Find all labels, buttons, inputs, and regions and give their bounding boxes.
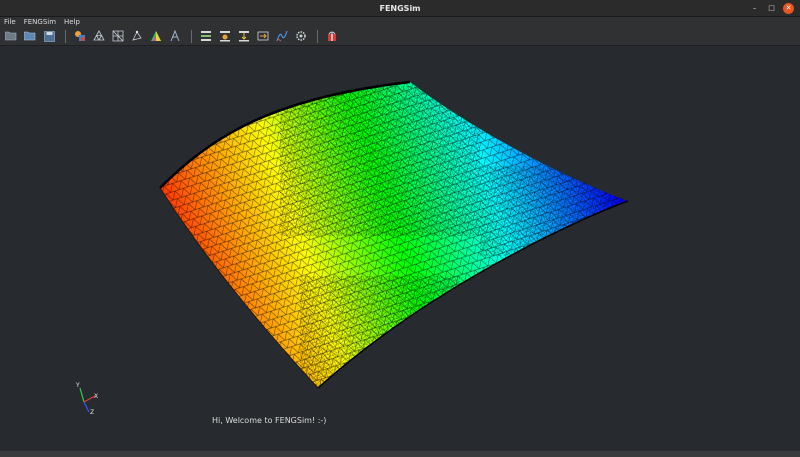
geometry-shapes-button[interactable] bbox=[72, 29, 88, 43]
curve-icon bbox=[276, 30, 288, 42]
vertex-icon bbox=[132, 30, 142, 41]
open-folder-button[interactable] bbox=[22, 29, 38, 43]
grid-mesh-button[interactable] bbox=[110, 29, 126, 43]
welcome-message: Hi, Welcome to FENGSim! :-) bbox=[212, 416, 327, 425]
z-axis-label: Z bbox=[90, 409, 94, 416]
title-bar: FENGSim – □ ✕ bbox=[0, 0, 800, 17]
x-axis-label: X bbox=[94, 393, 98, 400]
geometry-shapes-icon bbox=[75, 31, 85, 41]
toolbar-separator bbox=[191, 29, 192, 43]
window-controls: – □ ✕ bbox=[749, 3, 794, 14]
close-button[interactable]: ✕ bbox=[783, 3, 794, 14]
measure-button[interactable] bbox=[167, 29, 183, 43]
mesh-button[interactable] bbox=[91, 29, 107, 43]
extrude-icon bbox=[239, 31, 249, 42]
save-button[interactable] bbox=[41, 29, 57, 43]
transfer-button[interactable] bbox=[255, 29, 271, 43]
y-axis-line bbox=[79, 387, 85, 403]
z-axis-line bbox=[83, 401, 90, 413]
status-bar bbox=[0, 451, 800, 457]
mesh-icon bbox=[93, 30, 105, 41]
minimize-button[interactable]: – bbox=[749, 3, 760, 14]
prism-color-icon bbox=[151, 31, 161, 41]
gift-button[interactable] bbox=[324, 29, 340, 43]
toolbar-separator bbox=[317, 29, 318, 43]
gear-button[interactable] bbox=[293, 29, 309, 43]
menu-fengsim[interactable]: FENGSim bbox=[24, 18, 56, 26]
slice-icon bbox=[220, 31, 230, 42]
measure-icon bbox=[170, 30, 180, 42]
open-folder-icon bbox=[24, 31, 36, 41]
gear-icon bbox=[296, 31, 306, 41]
slice-button[interactable] bbox=[217, 29, 233, 43]
grid-mesh-icon bbox=[112, 30, 124, 42]
open-file-button[interactable] bbox=[3, 29, 19, 43]
y-axis-label: Y bbox=[75, 382, 80, 389]
extrude-button[interactable] bbox=[236, 29, 252, 43]
maximize-button[interactable]: □ bbox=[766, 3, 777, 14]
mesh-wireframe bbox=[160, 82, 628, 388]
prism-color-button[interactable] bbox=[148, 29, 164, 43]
menu-file[interactable]: File bbox=[4, 18, 16, 26]
transfer-icon bbox=[257, 31, 269, 41]
orientation-axes: Y X Z bbox=[75, 382, 98, 416]
layer-stack-icon bbox=[201, 31, 211, 41]
menu-help[interactable]: Help bbox=[64, 18, 80, 26]
menu-bar: File FENGSim Help bbox=[0, 17, 800, 27]
mesh-surface[interactable]: Y X Z bbox=[0, 46, 800, 451]
window-title: FENGSim bbox=[379, 3, 421, 13]
layer-stack-button[interactable] bbox=[198, 29, 214, 43]
toolbar-separator bbox=[65, 29, 66, 43]
toolbar bbox=[0, 27, 800, 46]
open-file-icon bbox=[5, 31, 17, 41]
save-icon bbox=[43, 30, 55, 42]
curve-button[interactable] bbox=[274, 29, 290, 43]
render-viewport[interactable]: Y X Z Hi, Welcome to FENGSim! :-) bbox=[0, 46, 800, 451]
gift-icon bbox=[328, 31, 336, 41]
vertex-button[interactable] bbox=[129, 29, 145, 43]
